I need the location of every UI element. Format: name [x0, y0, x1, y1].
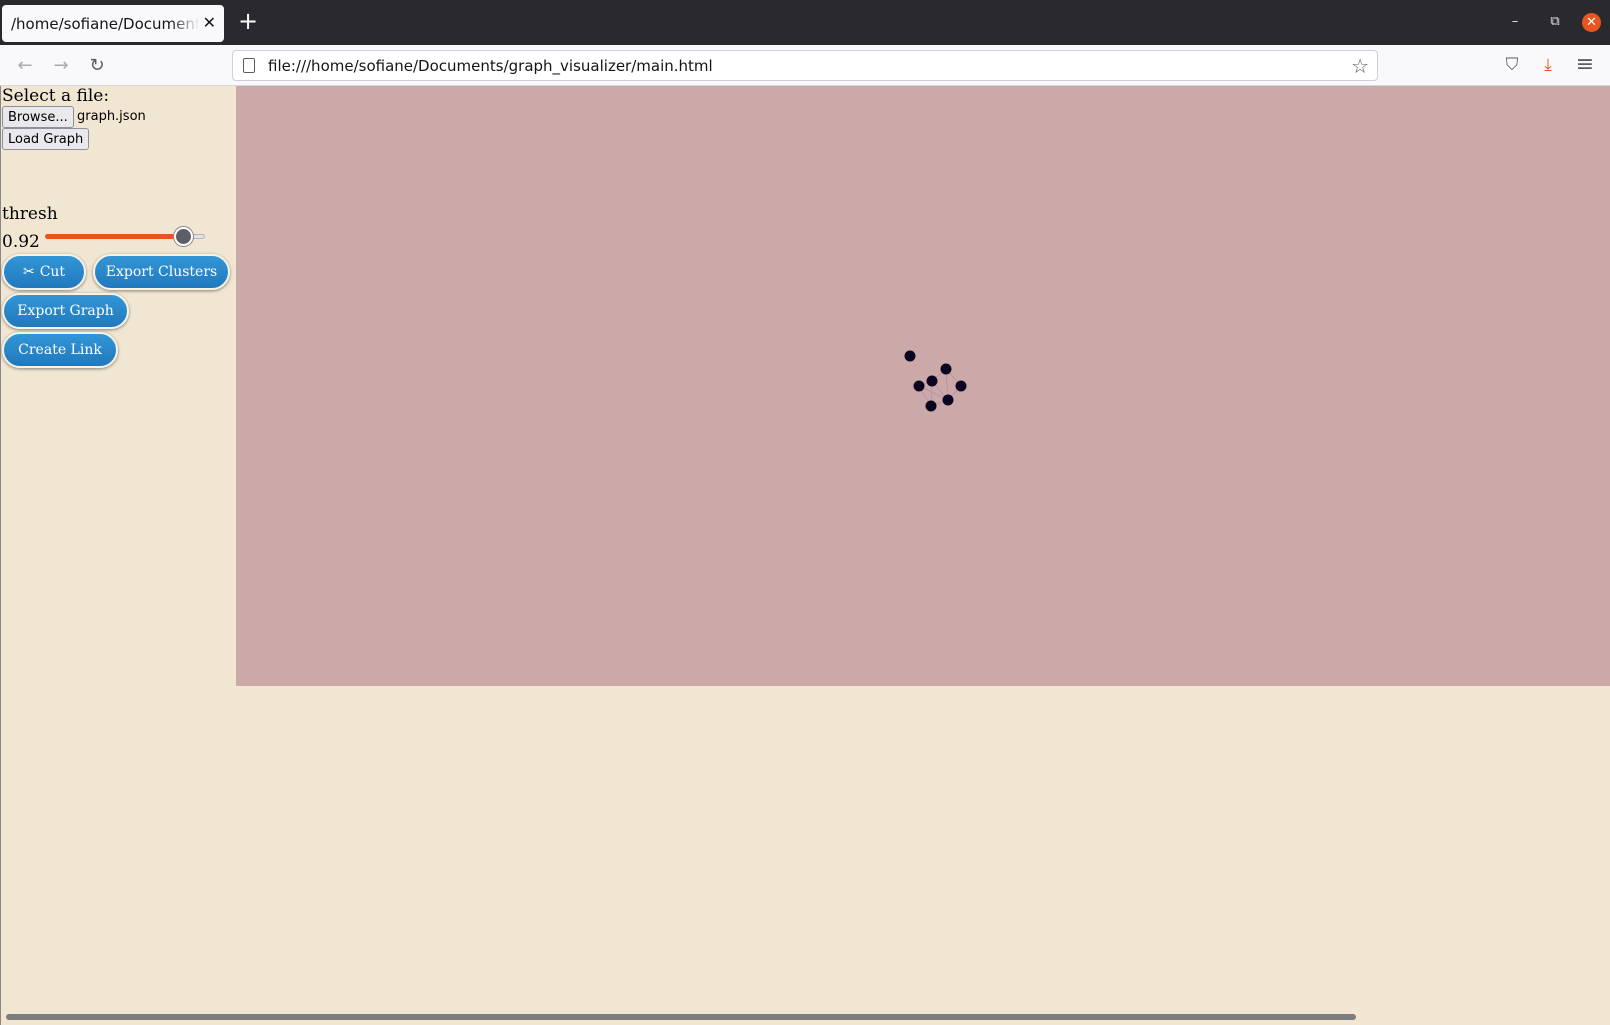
- browser-tab[interactable]: /home/sofiane/Documents/graph_visualizer…: [2, 5, 224, 42]
- graph-canvas[interactable]: [236, 86, 1610, 686]
- select-file-label: Select a file:: [2, 86, 110, 106]
- scissors-icon: ✂: [22, 264, 35, 280]
- slider-thumb[interactable]: [174, 227, 194, 246]
- graph-node[interactable]: [913, 380, 925, 392]
- bookmark-star-icon[interactable]: ☆: [1351, 54, 1369, 78]
- browser-navbar: ← → ↻ file:///home/sofiane/Documents/gra…: [0, 45, 1610, 86]
- load-graph-button[interactable]: Load Graph: [2, 128, 90, 150]
- window-close-button[interactable]: ✕: [1582, 13, 1601, 32]
- graph-node[interactable]: [926, 375, 938, 387]
- pocket-icon[interactable]: ⛉: [1500, 53, 1524, 77]
- restore-icon[interactable]: ⧉: [1546, 13, 1564, 31]
- cut-button[interactable]: ✂ Cut: [2, 254, 86, 290]
- create-link-button[interactable]: Create Link: [2, 332, 118, 368]
- forward-arrow-icon[interactable]: →: [49, 54, 73, 78]
- thresh-slider[interactable]: [45, 226, 205, 246]
- graph-node[interactable]: [904, 350, 916, 362]
- page-icon: [243, 58, 255, 73]
- url-bar[interactable]: file:///home/sofiane/Documents/graph_vis…: [232, 50, 1378, 81]
- graph-node[interactable]: [925, 400, 937, 412]
- graph-node[interactable]: [955, 380, 967, 392]
- back-arrow-icon[interactable]: ←: [13, 54, 37, 78]
- horizontal-scrollbar[interactable]: [6, 1014, 1356, 1020]
- download-icon[interactable]: ⤓: [1536, 53, 1560, 77]
- slider-fill: [45, 234, 185, 239]
- app-menu-icon[interactable]: ≡: [1573, 53, 1597, 77]
- cut-label: Cut: [39, 264, 66, 280]
- page-viewport: Select a file: Browse... graph.json Load…: [0, 86, 1610, 1025]
- export-graph-button[interactable]: Export Graph: [2, 293, 129, 329]
- browser-titlebar: /home/sofiane/Documents/graph_visualizer…: [0, 0, 1610, 45]
- thresh-value: 0.92: [2, 232, 40, 252]
- graph-svg[interactable]: [236, 86, 1610, 686]
- url-text[interactable]: file:///home/sofiane/Documents/graph_vis…: [268, 57, 713, 75]
- graph-node[interactable]: [940, 363, 952, 375]
- new-tab-button[interactable]: +: [237, 9, 259, 33]
- tab-close-icon[interactable]: ✕: [203, 14, 216, 32]
- browse-button[interactable]: Browse...: [2, 106, 74, 128]
- graph-node[interactable]: [942, 394, 954, 406]
- selected-file-name: graph.json: [77, 109, 146, 124]
- control-panel: Select a file: Browse... graph.json Load…: [1, 86, 235, 686]
- minimize-icon[interactable]: –: [1506, 13, 1524, 31]
- export-clusters-button[interactable]: Export Clusters: [93, 254, 230, 290]
- thresh-label: thresh: [2, 204, 58, 224]
- window-left-edge: [0, 86, 1, 1025]
- tab-title: /home/sofiane/Documents/graph_visualizer…: [11, 14, 199, 33]
- reload-icon[interactable]: ↻: [85, 54, 109, 78]
